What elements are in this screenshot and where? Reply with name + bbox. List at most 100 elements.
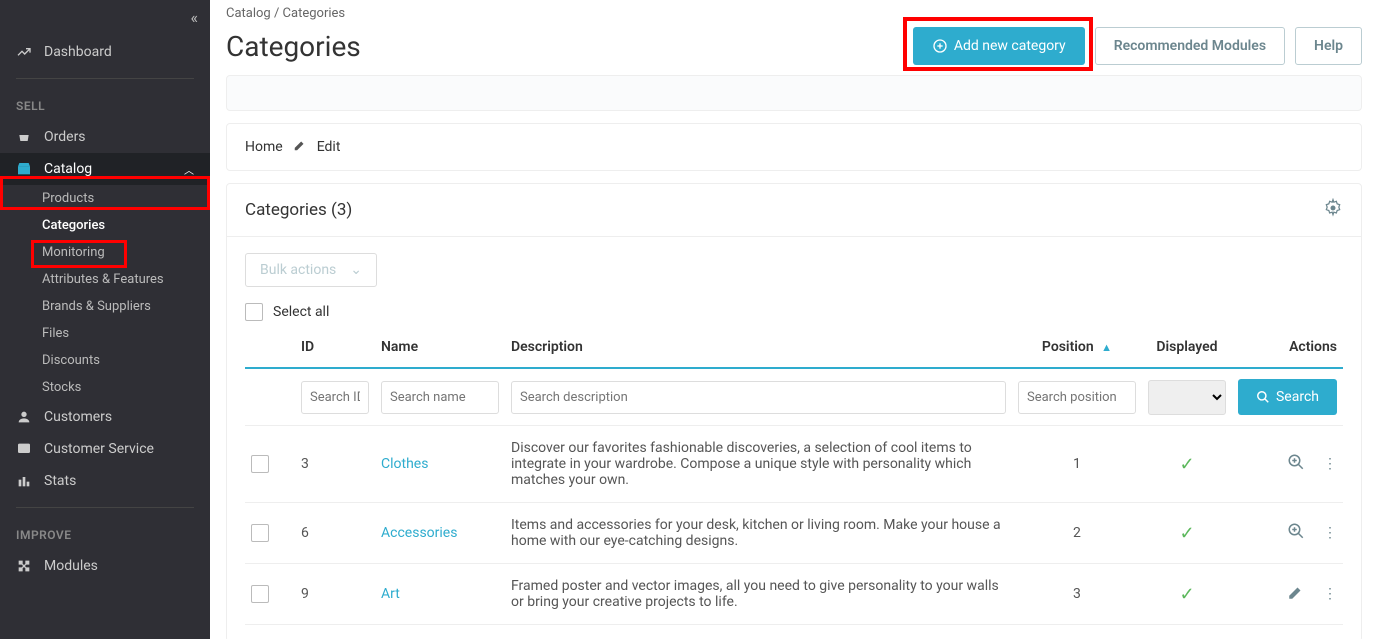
- search-button[interactable]: Search: [1238, 379, 1337, 415]
- sidebar-item-label: Orders: [44, 129, 86, 145]
- sidebar-section-improve: IMPROVE: [0, 518, 210, 550]
- divider: [16, 78, 194, 79]
- sidebar-item-customers[interactable]: Customers: [0, 401, 210, 433]
- more-actions-icon[interactable]: ⋮: [1323, 586, 1337, 602]
- button-label: Add new category: [954, 38, 1066, 54]
- check-icon: ✓: [1179, 584, 1194, 605]
- zoom-in-icon[interactable]: [1287, 522, 1305, 544]
- row-name-link[interactable]: Art: [381, 586, 400, 602]
- categories-table-panel: Categories (3) Bulk actions ⌄ Select all: [226, 183, 1362, 639]
- subnav-discounts[interactable]: Discounts: [42, 347, 210, 374]
- subnav-stocks[interactable]: Stocks: [42, 374, 210, 401]
- add-new-category-button[interactable]: Add new category: [913, 27, 1085, 65]
- row-position: 3: [1012, 564, 1142, 625]
- select-all-label: Select all: [273, 304, 329, 320]
- bar-chart-icon: [16, 473, 34, 489]
- search-icon: [1256, 390, 1270, 404]
- row-name-link[interactable]: Clothes: [381, 456, 428, 472]
- row-description: Framed poster and vector images, all you…: [505, 564, 1012, 625]
- edit-icon[interactable]: [1287, 583, 1305, 605]
- row-description: Items and accessories for your desk, kit…: [505, 503, 1012, 564]
- category-path-panel: Home Edit: [226, 123, 1362, 171]
- subnav-categories[interactable]: Categories: [42, 212, 210, 239]
- sidebar-item-label: Stats: [44, 473, 76, 489]
- search-position-input[interactable]: [1018, 381, 1136, 414]
- main-content: Catalog / Categories Categories Add new …: [210, 0, 1378, 639]
- table-row: 3 Clothes Discover our favorites fashionab…: [245, 426, 1343, 503]
- sidebar-item-catalog[interactable]: Catalog ︿: [0, 153, 210, 185]
- check-icon: ✓: [1179, 523, 1194, 544]
- subnav-files[interactable]: Files: [42, 320, 210, 347]
- col-name[interactable]: Name: [375, 331, 505, 368]
- row-id: 9: [295, 564, 375, 625]
- bulk-actions-label: Bulk actions: [260, 262, 336, 278]
- basket-icon: [16, 129, 34, 145]
- sidebar-item-dashboard[interactable]: Dashboard: [0, 36, 210, 68]
- row-description: Discover our favorites fashionable disco…: [505, 426, 1012, 503]
- page-header: Categories Add new category Recommended …: [226, 27, 1362, 65]
- row-position: 2: [1012, 503, 1142, 564]
- more-actions-icon[interactable]: ⋮: [1323, 525, 1337, 541]
- table-row: 6 Accessories Items and accessories for yo…: [245, 503, 1343, 564]
- chevron-up-icon: ︿: [184, 162, 194, 177]
- row-position: 1: [1012, 426, 1142, 503]
- chevron-down-icon: ⌄: [350, 262, 362, 278]
- path-home[interactable]: Home: [245, 139, 283, 155]
- button-label: Search: [1276, 389, 1319, 405]
- subnav-products[interactable]: Products: [42, 185, 210, 212]
- col-id[interactable]: ID: [295, 331, 375, 368]
- path-edit[interactable]: Edit: [317, 139, 341, 155]
- bulk-actions-dropdown[interactable]: Bulk actions ⌄: [245, 253, 377, 287]
- sidebar-item-label: Dashboard: [44, 44, 112, 60]
- zoom-in-icon[interactable]: [1287, 453, 1305, 475]
- sidebar-item-modules[interactable]: Modules: [0, 550, 210, 582]
- sidebar-item-customer-service[interactable]: Customer Service: [0, 433, 210, 465]
- sidebar-item-label: Customers: [44, 409, 112, 425]
- select-all-checkbox[interactable]: [245, 303, 263, 321]
- categories-table: ID Name Description Position ▲ Displayed…: [245, 331, 1343, 625]
- puzzle-icon: [16, 558, 34, 574]
- subnav-brands[interactable]: Brands & Suppliers: [42, 293, 210, 320]
- row-checkbox[interactable]: [251, 524, 269, 542]
- sidebar-item-label: Customer Service: [44, 441, 154, 457]
- trending-up-icon: [16, 44, 34, 60]
- sidebar-item-label: Modules: [44, 558, 98, 574]
- subnav-attributes[interactable]: Attributes & Features: [42, 266, 210, 293]
- search-id-input[interactable]: [301, 381, 369, 414]
- collapse-sidebar-icon[interactable]: «: [190, 8, 198, 27]
- sidebar-section-sell: SELL: [0, 89, 210, 121]
- col-displayed[interactable]: Displayed: [1142, 331, 1232, 368]
- page-title: Categories: [226, 30, 361, 63]
- sidebar-item-orders[interactable]: Orders: [0, 121, 210, 153]
- chat-icon: [16, 441, 34, 457]
- search-description-input[interactable]: [511, 381, 1006, 414]
- table-title: Categories (3): [245, 200, 352, 220]
- button-label: Help: [1314, 38, 1343, 54]
- recommended-modules-button[interactable]: Recommended Modules: [1095, 27, 1285, 65]
- help-button[interactable]: Help: [1295, 27, 1362, 65]
- check-icon: ✓: [1179, 454, 1194, 475]
- sidebar-item-stats[interactable]: Stats: [0, 465, 210, 497]
- more-actions-icon[interactable]: ⋮: [1323, 456, 1337, 472]
- catalog-subnav: Products Categories Monitoring Attribute…: [0, 185, 210, 401]
- button-label: Recommended Modules: [1114, 38, 1266, 54]
- sort-asc-icon: ▲: [1101, 341, 1112, 354]
- plus-circle-icon: [932, 38, 948, 54]
- gear-icon[interactable]: [1323, 198, 1343, 222]
- row-name-link[interactable]: Accessories: [381, 525, 457, 541]
- search-name-input[interactable]: [381, 381, 499, 414]
- store-icon: [16, 161, 34, 177]
- empty-panel: [226, 75, 1362, 111]
- col-description[interactable]: Description: [505, 331, 1012, 368]
- row-id: 6: [295, 503, 375, 564]
- col-position[interactable]: Position ▲: [1012, 331, 1142, 368]
- row-checkbox[interactable]: [251, 455, 269, 473]
- row-checkbox[interactable]: [251, 585, 269, 603]
- table-row: 9 Art Framed poster and vector images, all…: [245, 564, 1343, 625]
- sidebar-item-label: Catalog: [44, 161, 92, 177]
- pencil-icon[interactable]: [293, 138, 307, 156]
- divider: [16, 507, 194, 508]
- subnav-monitoring[interactable]: Monitoring: [42, 239, 210, 266]
- displayed-filter-select[interactable]: [1148, 380, 1226, 415]
- row-id: 3: [295, 426, 375, 503]
